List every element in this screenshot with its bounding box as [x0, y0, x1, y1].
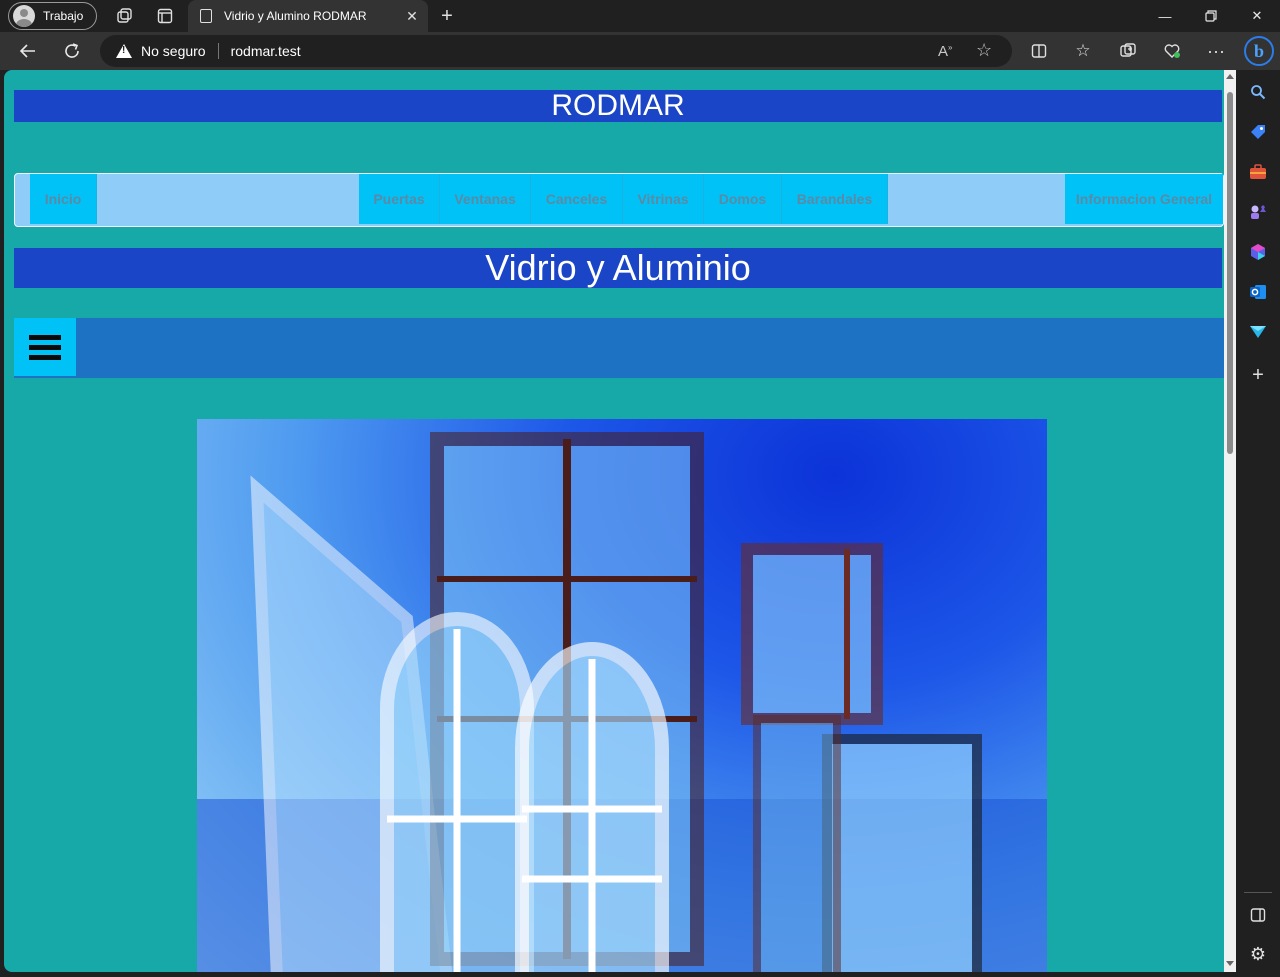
- warning-icon[interactable]: [116, 44, 132, 58]
- main-nav-menu: Inicio Puertas Ventanas Canceles Vitrina…: [14, 173, 1224, 227]
- sidebar-divider: [1244, 892, 1272, 893]
- menu-item-informacion-general[interactable]: Informacion General: [1065, 174, 1223, 224]
- read-aloud-icon[interactable]: A»: [938, 43, 952, 60]
- minimize-icon[interactable]: —: [1142, 0, 1188, 32]
- refresh-icon[interactable]: [58, 38, 86, 64]
- page-viewport: RODMAR Inicio Puertas Ventanas Canceles …: [4, 70, 1236, 972]
- menu-item-domos[interactable]: Domos: [704, 174, 782, 224]
- workspaces-icon[interactable]: [114, 6, 134, 26]
- scrollbar-thumb[interactable]: [1227, 92, 1233, 454]
- menu-item-ventanas[interactable]: Ventanas: [440, 174, 531, 224]
- tab-title: Vidrio y Alumino RODMAR: [224, 9, 367, 23]
- favorites-icon[interactable]: ☆: [1071, 40, 1095, 62]
- outlook-icon[interactable]: [1246, 280, 1270, 304]
- restore-icon[interactable]: [1188, 0, 1234, 32]
- microsoft365-icon[interactable]: [1246, 240, 1270, 264]
- menu-item-barandales[interactable]: Barandales: [782, 174, 888, 224]
- profile-button[interactable]: Trabajo: [8, 2, 97, 30]
- page-scrollbar[interactable]: [1224, 70, 1236, 972]
- split-screen-icon[interactable]: [1027, 40, 1051, 62]
- menu-item-vitrinas[interactable]: Vitrinas: [623, 174, 704, 224]
- tools-briefcase-icon[interactable]: [1246, 160, 1270, 184]
- tab-active[interactable]: Vidrio y Alumino RODMAR ✕: [188, 0, 428, 32]
- mobile-menu-bar: [14, 318, 1224, 378]
- hamburger-menu-icon[interactable]: [14, 318, 76, 376]
- favorite-star-icon[interactable]: ☆: [976, 40, 992, 61]
- security-label[interactable]: No seguro: [141, 43, 206, 59]
- url-text[interactable]: rodmar.test: [231, 43, 301, 59]
- drop-send-icon[interactable]: [1246, 320, 1270, 344]
- more-options-icon[interactable]: ···: [1204, 40, 1228, 62]
- hero-image-windows: [197, 419, 1047, 972]
- back-icon[interactable]: [14, 38, 42, 64]
- tab-actions-icon[interactable]: [155, 6, 175, 26]
- new-tab-icon[interactable]: +: [436, 5, 458, 27]
- browser-titlebar: Trabajo Vidrio y Alumino RODMAR ✕ + — ✕: [0, 0, 1280, 32]
- profile-label: Trabajo: [43, 9, 84, 23]
- hide-sidebar-icon[interactable]: [1246, 903, 1270, 927]
- menu-item-canceles[interactable]: Canceles: [531, 174, 623, 224]
- menu-item-puertas[interactable]: Puertas: [359, 174, 440, 224]
- site-subtitle: Vidrio y Aluminio: [14, 248, 1222, 288]
- avatar: [13, 5, 35, 27]
- add-sidebar-app-icon[interactable]: +: [1246, 363, 1270, 387]
- edge-sidebar: + ⚙: [1236, 70, 1280, 977]
- settings-gear-icon[interactable]: ⚙: [1246, 942, 1270, 966]
- address-bar[interactable]: No seguro rodmar.test A» ☆: [100, 35, 1012, 67]
- tab-close-icon[interactable]: ✕: [402, 8, 422, 25]
- site-header-title: RODMAR: [14, 90, 1222, 122]
- browser-toolbar: No seguro rodmar.test A» ☆ ☆ ··· b: [0, 32, 1280, 70]
- copilot-icon[interactable]: b: [1244, 36, 1274, 66]
- menu-item-inicio[interactable]: Inicio: [30, 174, 97, 224]
- search-icon[interactable]: [1246, 80, 1270, 104]
- games-icon[interactable]: [1246, 200, 1270, 224]
- page-icon: [200, 9, 212, 23]
- close-window-icon[interactable]: ✕: [1234, 0, 1280, 32]
- scroll-down-icon[interactable]: [1226, 961, 1234, 966]
- collections-icon[interactable]: [1116, 40, 1140, 62]
- shopping-tag-icon[interactable]: [1246, 120, 1270, 144]
- divider: [217, 43, 219, 59]
- browser-essentials-icon[interactable]: [1160, 40, 1184, 62]
- scroll-up-icon[interactable]: [1226, 74, 1234, 79]
